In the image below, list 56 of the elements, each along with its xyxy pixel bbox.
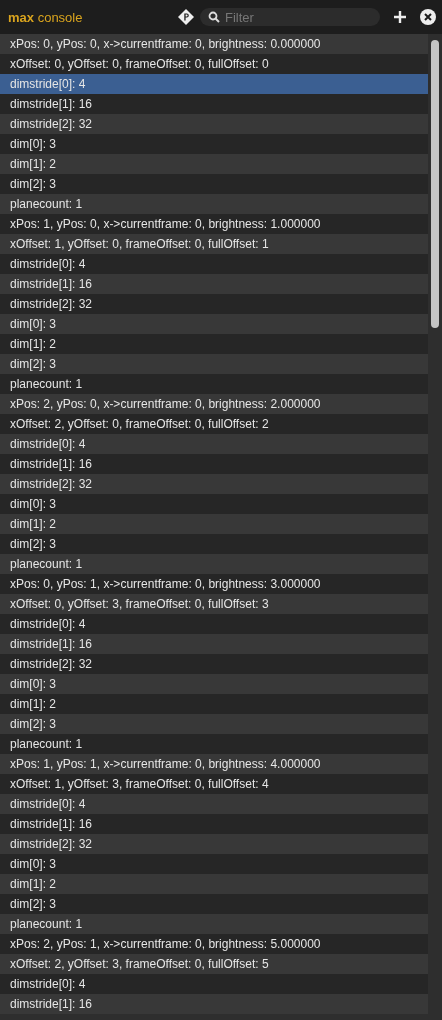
console-row[interactable]: planecount: 1 [0,734,428,754]
console-row[interactable]: dim[2]: 3 [0,714,428,734]
console-row[interactable]: dim[0]: 3 [0,134,428,154]
search-icon [208,11,220,23]
console-row[interactable]: xPos: 0, yPos: 0, x->currentframe: 0, brightness: 0.000000 [0,34,428,54]
console-row[interactable]: dimstride[0]: 4 [0,434,428,454]
console-row[interactable]: xOffset: 2, yOffset: 3, frameOffset: 0, fullOffset: 5 [0,954,428,974]
console-row[interactable]: dimstride[1]: 16 [0,814,428,834]
console-row[interactable]: dimstride[2]: 32 [0,114,428,134]
console-row[interactable]: dim[2]: 3 [0,534,428,554]
console-row[interactable]: dimstride[1]: 16 [0,994,428,1014]
console-row[interactable]: xOffset: 1, yOffset: 0, frameOffset: 0, fullOffset: 1 [0,234,428,254]
console-row[interactable]: xPos: 2, yPos: 0, x->currentframe: 0, brightness: 2.000000 [0,394,428,414]
console-row[interactable]: dim[1]: 2 [0,694,428,714]
console-row[interactable]: xOffset: 0, yOffset: 3, frameOffset: 0, fullOffset: 3 [0,594,428,614]
console-row[interactable]: dim[2]: 3 [0,894,428,914]
console-row[interactable]: dimstride[0]: 4 [0,794,428,814]
filter-field[interactable]: Filter [200,8,380,26]
console-row[interactable]: planecount: 1 [0,554,428,574]
console-row[interactable]: xOffset: 1, yOffset: 3, frameOffset: 0, fullOffset: 4 [0,774,428,794]
console-row[interactable]: planecount: 1 [0,914,428,934]
console-row[interactable]: dimstride[2]: 32 [0,834,428,854]
scrollbar-thumb[interactable] [431,40,439,328]
diamond-p-icon[interactable] [178,9,194,25]
console-title: max console [8,9,83,25]
console-row[interactable]: dim[0]: 3 [0,314,428,334]
console-row[interactable]: dimstride[2]: 32 [0,294,428,314]
console-row[interactable]: planecount: 1 [0,374,428,394]
console-row[interactable]: planecount: 1 [0,194,428,214]
console-row[interactable]: xPos: 2, yPos: 1, x->currentframe: 0, brightness: 5.000000 [0,934,428,954]
console-row[interactable]: dimstride[1]: 16 [0,454,428,474]
console-row[interactable]: dim[1]: 2 [0,154,428,174]
console-row[interactable]: dimstride[0]: 4 [0,974,428,994]
console-row[interactable]: dim[1]: 2 [0,874,428,894]
console-row[interactable]: dimstride[0]: 4 [0,74,428,94]
console-row[interactable]: xPos: 1, yPos: 1, x->currentframe: 0, brightness: 4.000000 [0,754,428,774]
console-row[interactable]: dimstride[2]: 32 [0,654,428,674]
console-row[interactable]: dimstride[0]: 4 [0,254,428,274]
console-row[interactable]: dim[2]: 3 [0,174,428,194]
close-icon[interactable] [420,9,436,25]
console-row[interactable]: xPos: 0, yPos: 1, x->currentframe: 0, brightness: 3.000000 [0,574,428,594]
plus-icon[interactable] [394,11,406,23]
console-row[interactable]: dimstride[2]: 32 [0,474,428,494]
console-row[interactable]: dimstride[1]: 16 [0,94,428,114]
console-row[interactable]: dim[0]: 3 [0,674,428,694]
console-row[interactable]: dim[1]: 2 [0,514,428,534]
console-row[interactable]: dim[0]: 3 [0,494,428,514]
console-row[interactable]: xOffset: 2, yOffset: 0, frameOffset: 0, fullOffset: 2 [0,414,428,434]
console-row[interactable]: dim[0]: 3 [0,854,428,874]
console-row[interactable]: xOffset: 0, yOffset: 0, frameOffset: 0, fullOffset: 0 [0,54,428,74]
console-row[interactable]: dimstride[0]: 4 [0,614,428,634]
console-row[interactable]: dimstride[1]: 16 [0,274,428,294]
console-row[interactable]: dim[1]: 2 [0,334,428,354]
console-row[interactable]: xPos: 1, yPos: 0, x->currentframe: 0, brightness: 1.000000 [0,214,428,234]
console-row[interactable]: dimstride[1]: 16 [0,634,428,654]
console-row[interactable]: dim[2]: 3 [0,354,428,374]
